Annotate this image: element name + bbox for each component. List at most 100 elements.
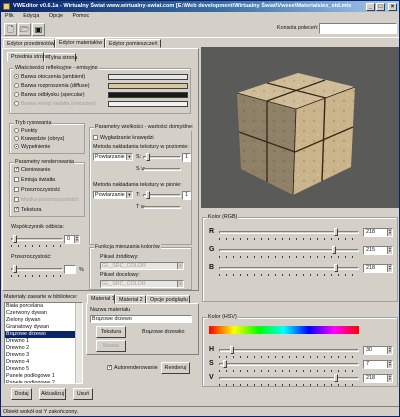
list-item[interactable]: Drewno 5 [5,366,82,373]
add-button[interactable]: Dodaj [11,388,32,400]
list-item[interactable]: Drewno 2 [5,345,82,352]
menu-pomoc[interactable]: Pomoc [68,13,93,19]
color-swatch[interactable] [108,92,188,98]
smoothing-row[interactable]: Wygładzanie krawędzi [93,135,154,142]
spin-arrows-icon[interactable]: ▲ ▼ [387,347,392,354]
transparency-value[interactable] [64,265,76,274]
spin-arrows-icon[interactable]: ▲ ▼ [387,265,392,272]
s-value[interactable]: 1 [182,153,191,162]
radio-button[interactable] [14,128,19,134]
t-slider-thumb[interactable] [146,191,150,199]
render-button[interactable]: Renderuj [161,362,190,374]
radio-button[interactable] [14,144,19,150]
tab-item-editor[interactable]: Edytor przedmiotów [3,39,55,48]
auto-render-checkbox[interactable]: ✓ [107,365,112,371]
checkbox[interactable] [14,177,19,183]
col-method-select[interactable]: Powtarzanie ▼ [93,191,133,199]
checkbox[interactable]: ✓ [14,207,19,213]
channel-g-value[interactable]: 215 ▲ ▼ [363,246,393,255]
reflect-option[interactable]: Barwa rozproszenia (diffuse) [14,83,90,90]
render-param-option[interactable]: ✓ Cieniowanie [14,167,50,174]
list-item[interactable]: Zielony dywan [5,317,82,324]
reflect-option[interactable]: Barwa otoczenia (ambient) [14,74,85,81]
reflect-option[interactable]: Barwa emisji światła (emission) [14,101,96,108]
channel-r-slider[interactable] [219,231,359,234]
channel-r-value[interactable]: 218 ▲ ▼ [363,228,393,237]
channel-h-slider[interactable] [219,349,359,352]
radio-button[interactable] [14,136,19,142]
spin-arrows-icon[interactable]: ▲ ▼ [74,236,79,243]
render-param-option[interactable]: Przezroczystość [14,187,60,194]
reflect-option[interactable]: Barwa odbłysku (specular) [14,92,85,99]
save-icon[interactable]: ▣ [32,23,45,36]
channel-g-thumb[interactable] [332,246,336,254]
channel-v-slider[interactable] [219,377,359,380]
render-param-option[interactable]: Emisja światła [14,177,55,184]
spin-arrows-icon[interactable]: ▲ ▼ [387,229,392,236]
close-button[interactable]: × [388,3,397,11]
reflection-slider-thumb[interactable] [13,235,17,243]
menu-plik[interactable]: Plik [1,13,18,19]
channel-s-slider[interactable] [219,363,359,366]
color-swatch[interactable] [108,74,188,80]
list-item[interactable]: Granatowy dywan [5,324,82,331]
draw-mode-option[interactable]: Krawędzie (obrys) [14,136,64,143]
s-slider-thumb[interactable] [146,153,150,161]
color-swatch[interactable] [108,83,188,89]
tab-front-side[interactable]: Przednia strona [7,52,49,62]
texture-button[interactable]: Tekstura [96,326,126,338]
hue-spectrum[interactable] [209,326,359,334]
spin-arrows-icon[interactable]: ▲ ▼ [387,247,392,254]
checkbox[interactable]: ✓ [14,167,19,173]
spin-arrows-icon[interactable]: ▲ ▼ [387,375,392,382]
new-file-icon[interactable]: 🗋 [4,23,17,36]
chevron-down-icon[interactable]: ▼ [126,192,132,198]
chevron-down-icon[interactable]: ▼ [177,263,183,269]
render-param-option[interactable]: ✓ Tekstura [14,207,41,214]
tab-back-side[interactable]: Tylna strona [44,53,77,62]
list-item[interactable]: Brązowe drzewo [5,331,82,338]
tv-slider[interactable] [143,206,181,209]
channel-b-slider[interactable] [219,267,359,270]
channel-b-thumb[interactable] [334,264,338,272]
row-method-select[interactable]: Powtarzanie ▼ [93,153,133,161]
menu-edycja[interactable]: Edycja [19,13,43,19]
channel-h-thumb[interactable] [230,346,234,354]
color-swatch[interactable] [108,101,188,107]
radio-button[interactable] [14,101,19,107]
blend-dest-select[interactable]: GL_SRC_COLOR ▼ [100,280,184,288]
channel-v-value[interactable]: 218 ▲ ▼ [363,374,393,383]
t-value[interactable]: 1 [182,191,191,200]
delete-button[interactable]: Usuń [73,388,93,400]
channel-s-value[interactable]: 7 ▲ ▼ [363,360,393,369]
reflection-slider[interactable] [11,238,63,241]
smoothing-checkbox[interactable] [93,135,98,141]
blend-source-select[interactable]: GL_SRC_COLOR ▼ [100,262,184,270]
library-scrollbar[interactable] [75,303,82,383]
minimize-button[interactable]: _ [366,3,375,11]
radio-button[interactable] [14,83,19,89]
update-button[interactable]: Aktualizuj [39,388,66,400]
list-item[interactable]: Drewno 4 [5,359,82,366]
list-item[interactable]: Drewno 3 [5,352,82,359]
material-name-input[interactable]: Brązowe drzewo [90,315,192,323]
radio-button[interactable] [14,74,19,80]
transparency-slider-thumb[interactable] [13,265,17,273]
library-list[interactable]: Biała porcelana Czerwony dywan Zielony dyw… [4,302,83,384]
list-item[interactable]: Panele podłogowe 1 [5,373,82,380]
open-folder-icon[interactable]: 🗁 [18,23,31,36]
draw-mode-option[interactable]: Wypełnienie [14,144,50,151]
radio-button[interactable] [14,92,19,98]
channel-h-value[interactable]: 30 ▲ ▼ [363,346,393,355]
spin-arrows-icon[interactable]: ▲ ▼ [387,361,392,368]
mask-button[interactable]: Maska [96,340,126,352]
tab-material-editor[interactable]: Edytor materiałów [55,38,105,48]
reflection-value[interactable]: 0 ▲ ▼ [64,235,80,244]
auto-render-row[interactable]: ✓ Autorenderowanie [107,365,158,372]
transparency-slider[interactable] [11,268,63,271]
channel-s-thumb[interactable] [223,360,227,368]
list-item[interactable]: Drewno 1 [5,338,82,345]
channel-b-value[interactable]: 218 ▲ ▼ [363,264,393,273]
tab-room-editor[interactable]: Edytor pomieszczeń [105,39,161,48]
tab-material-1[interactable]: Materiał 1 [87,294,115,304]
